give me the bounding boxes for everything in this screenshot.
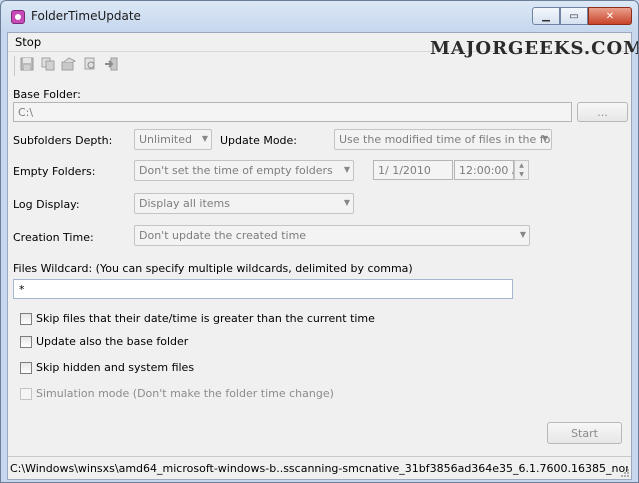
main-window: FolderTimeUpdate ▁ ▭ ✕ Stop MAJORGEEKS.C… — [0, 0, 639, 483]
files-wildcard-label: Files Wildcard: (You can specify multipl… — [13, 262, 413, 275]
time-spinner[interactable]: ▲ ▼ — [514, 160, 529, 180]
copy-icon[interactable] — [40, 56, 56, 72]
toolbar — [14, 56, 119, 76]
client-area: Stop MAJORGEEKS.COM Base Folder: C:\ ...… — [7, 32, 638, 480]
time-picker[interactable]: 12:00:00 AM — [454, 160, 514, 180]
checkbox-box[interactable] — [20, 312, 32, 325]
subfolders-depth-label: Subfolders Depth: — [13, 134, 113, 147]
skip-future-checkbox[interactable]: Skip files that their date/time is great… — [20, 312, 375, 325]
chevron-down-icon: ▼ — [541, 134, 548, 143]
creation-time-value: Don't update the created time — [139, 229, 307, 242]
spin-up-icon[interactable]: ▲ — [515, 161, 528, 170]
checkbox-box — [20, 387, 32, 400]
start-button[interactable]: Start — [547, 422, 622, 444]
empty-folders-label: Empty Folders: — [13, 165, 96, 178]
simulation-checkbox: Simulation mode (Don't make the folder t… — [20, 387, 334, 400]
empty-folders-value: Don't set the time of empty folders — [139, 164, 333, 177]
update-base-label: Update also the base folder — [36, 335, 189, 348]
save-icon[interactable] — [19, 56, 35, 72]
files-wildcard-input[interactable]: * — [13, 279, 513, 299]
creation-time-label: Creation Time: — [13, 231, 94, 244]
title-bar[interactable]: FolderTimeUpdate ▁ ▭ ✕ — [1, 1, 638, 31]
base-folder-label: Base Folder: — [13, 88, 81, 101]
status-text: C:\Windows\winsxs\amd64_microsoft-window… — [10, 462, 628, 475]
skip-hidden-label: Skip hidden and system files — [36, 361, 195, 374]
subfolders-depth-select[interactable]: Unlimited ▼ — [134, 129, 212, 150]
window-title: FolderTimeUpdate — [31, 9, 141, 23]
minimize-button[interactable]: ▁ — [532, 7, 560, 25]
log-display-value: Display all items — [139, 197, 230, 210]
close-button[interactable]: ✕ — [588, 7, 632, 25]
maximize-button[interactable]: ▭ — [560, 7, 588, 25]
log-display-select[interactable]: Display all items ▼ — [134, 193, 354, 214]
window-controls: ▁ ▭ ✕ — [532, 7, 632, 27]
spin-down-icon[interactable]: ▼ — [515, 170, 528, 179]
maximize-icon: ▭ — [569, 10, 579, 22]
update-base-checkbox[interactable]: Update also the base folder — [20, 335, 188, 348]
menu-stop[interactable]: Stop — [15, 35, 41, 49]
resize-grip-icon[interactable] — [620, 468, 630, 478]
subfolders-depth-value: Unlimited — [139, 133, 192, 146]
minimize-icon: ▁ — [542, 10, 550, 22]
exit-icon[interactable] — [103, 56, 119, 72]
update-mode-select[interactable]: Use the modified time of files in the fo… — [334, 129, 552, 150]
find-icon[interactable] — [82, 56, 98, 72]
date-picker[interactable]: 1/ 1/2010 — [373, 160, 453, 180]
checkbox-box[interactable] — [20, 335, 32, 348]
status-bar: C:\Windows\winsxs\amd64_microsoft-window… — [8, 456, 631, 479]
skip-hidden-checkbox[interactable]: Skip hidden and system files — [20, 361, 194, 374]
base-folder-input[interactable]: C:\ — [13, 102, 572, 122]
app-icon — [11, 10, 25, 24]
empty-folders-select[interactable]: Don't set the time of empty folders ▼ — [134, 160, 354, 181]
properties-icon[interactable] — [61, 56, 77, 72]
chevron-down-icon: ▼ — [201, 134, 208, 143]
update-mode-value: Use the modified time of files in the fo… — [339, 133, 552, 146]
skip-future-label: Skip files that their date/time is great… — [36, 312, 375, 325]
chevron-down-icon: ▼ — [343, 165, 350, 174]
update-mode-label: Update Mode: — [220, 134, 298, 147]
watermark-logo: MAJORGEEKS.COM — [430, 38, 639, 59]
chevron-down-icon: ▼ — [519, 230, 526, 239]
chevron-down-icon: ▼ — [343, 198, 350, 207]
log-display-label: Log Display: — [13, 198, 80, 211]
browse-button[interactable]: ... — [577, 102, 628, 122]
simulation-label: Simulation mode (Don't make the folder t… — [36, 387, 334, 400]
creation-time-select[interactable]: Don't update the created time ▼ — [134, 225, 530, 246]
close-icon: ✕ — [605, 10, 615, 22]
checkbox-box[interactable] — [20, 361, 32, 374]
